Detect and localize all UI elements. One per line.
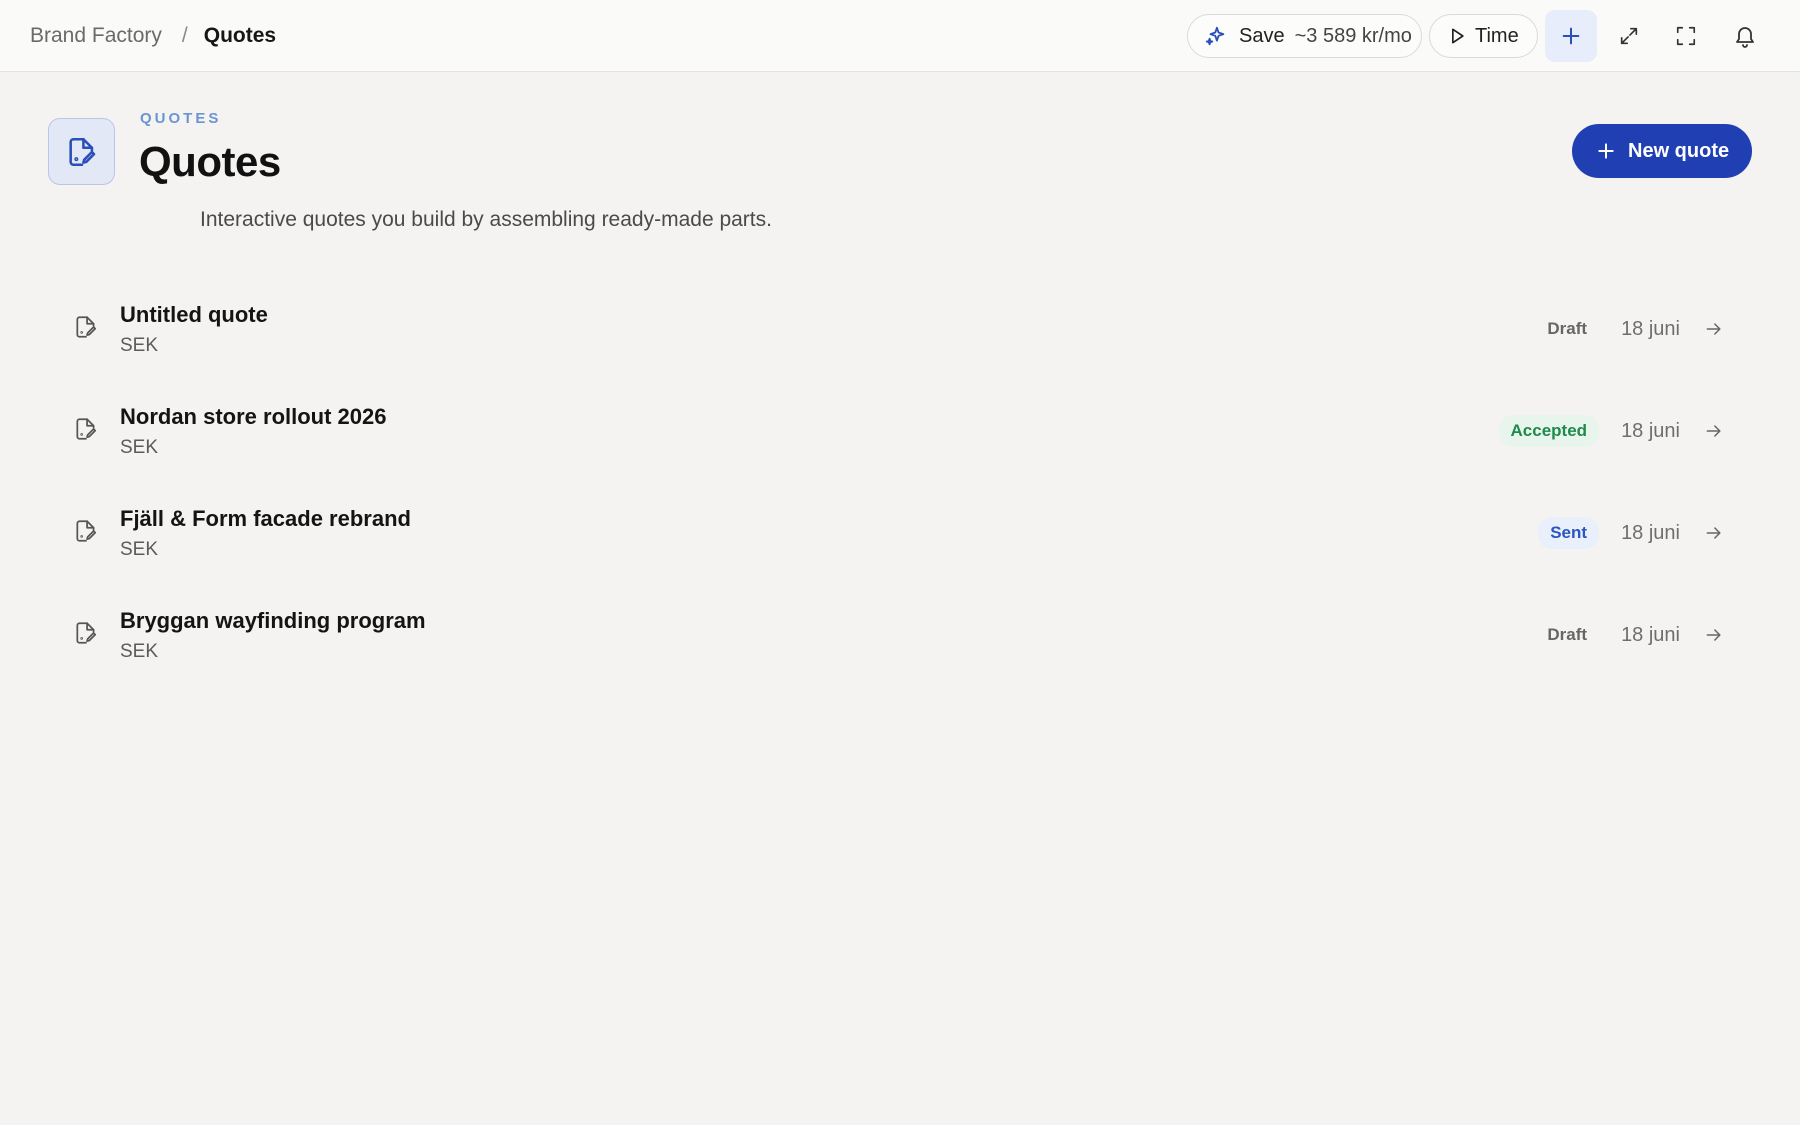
document-edit-icon <box>76 622 97 644</box>
status-badge: Accepted <box>1498 415 1600 447</box>
page-subtitle: Interactive quotes you build by assembli… <box>200 208 772 231</box>
plus-icon <box>1562 27 1580 45</box>
quote-row[interactable]: Bryggan wayfinding program SEK Draft 18 jun… <box>48 584 1748 686</box>
new-quote-label: New quote <box>1628 139 1730 162</box>
save-label: Save <box>1239 24 1285 47</box>
quote-title: Fjäll & Form facade rebrand <box>120 506 411 531</box>
row-meta: Draft 18 juni <box>1535 584 1724 686</box>
row-icon <box>73 620 99 651</box>
quote-row[interactable]: Untitled quote SEK Draft 18 juni <box>48 278 1748 380</box>
open-quote-arrow[interactable] <box>1704 523 1724 543</box>
quote-date: 18 juni <box>1621 521 1680 544</box>
play-icon <box>1452 28 1464 44</box>
open-quote-arrow[interactable] <box>1704 319 1724 339</box>
time-label: Time <box>1475 24 1519 47</box>
expand-icon <box>1620 27 1638 45</box>
row-icon <box>73 416 99 447</box>
arrow-right-icon <box>1706 425 1721 437</box>
page-title: Quotes <box>139 138 281 185</box>
breadcrumb-current: Quotes <box>203 24 277 47</box>
row-meta: Accepted 18 juni <box>1498 380 1724 482</box>
breadcrumb-root-link[interactable]: Brand Factory <box>30 24 162 48</box>
quote-row[interactable]: Fjäll & Form facade rebrand SEK Sent 18 jun… <box>48 482 1748 584</box>
document-edit-icon <box>68 137 95 166</box>
quote-row[interactable]: Nordan store rollout 2026 SEK Accepted 18 j… <box>48 380 1748 482</box>
quote-title: Untitled quote <box>120 302 268 327</box>
fullscreen-icon <box>1676 26 1696 46</box>
arrow-right-icon <box>1706 323 1721 335</box>
quote-title: Nordan store rollout 2026 <box>120 404 387 429</box>
new-quote-button[interactable]: New quote <box>1572 124 1752 178</box>
quote-currency: SEK <box>120 437 159 458</box>
status-badge: Draft <box>1547 625 1588 644</box>
quote-date: 18 juni <box>1621 419 1680 442</box>
quote-title: Bryggan wayfinding program <box>120 608 426 633</box>
quote-currency: SEK <box>120 641 159 662</box>
bell-icon <box>1736 27 1754 48</box>
row-icon <box>73 518 99 549</box>
quote-date: 18 juni <box>1621 317 1680 340</box>
status-badge: Draft <box>1547 319 1588 338</box>
arrow-right-icon <box>1706 527 1721 539</box>
quote-currency: SEK <box>120 335 159 356</box>
fullscreen-button[interactable] <box>1660 10 1712 62</box>
save-amount: ~3 589 kr/mo <box>1294 24 1412 47</box>
breadcrumb: Brand Factory / Quotes <box>30 0 276 72</box>
document-edit-icon <box>76 520 97 542</box>
document-edit-icon <box>76 316 97 338</box>
expand-button[interactable] <box>1603 10 1655 62</box>
time-button[interactable]: Time <box>1429 14 1538 58</box>
status-badge: Sent <box>1538 517 1600 549</box>
quote-currency: SEK <box>120 539 159 560</box>
row-meta: Draft 18 juni <box>1535 278 1724 380</box>
arrow-right-icon <box>1706 629 1721 641</box>
save-button[interactable]: Save ~3 589 kr/mo <box>1187 14 1422 58</box>
quotes-page-icon <box>48 118 115 185</box>
top-bar: Brand Factory / Quotes Save ~3 589 kr/mo… <box>0 0 1800 72</box>
row-meta: Sent 18 juni <box>1538 482 1724 584</box>
breadcrumb-separator: / <box>181 24 188 47</box>
plus-icon <box>1598 143 1614 159</box>
notifications-button[interactable] <box>1719 10 1771 62</box>
add-button[interactable] <box>1545 10 1597 62</box>
quote-date: 18 juni <box>1621 623 1680 646</box>
open-quote-arrow[interactable] <box>1704 421 1724 441</box>
sparkle-icon <box>1205 26 1225 46</box>
quote-list: Untitled quote SEK Draft 18 juni Nordan stor… <box>48 278 1748 686</box>
page-eyebrow: QUOTES <box>140 110 222 127</box>
open-quote-arrow[interactable] <box>1704 625 1724 645</box>
row-icon <box>73 314 99 345</box>
document-edit-icon <box>76 418 97 440</box>
